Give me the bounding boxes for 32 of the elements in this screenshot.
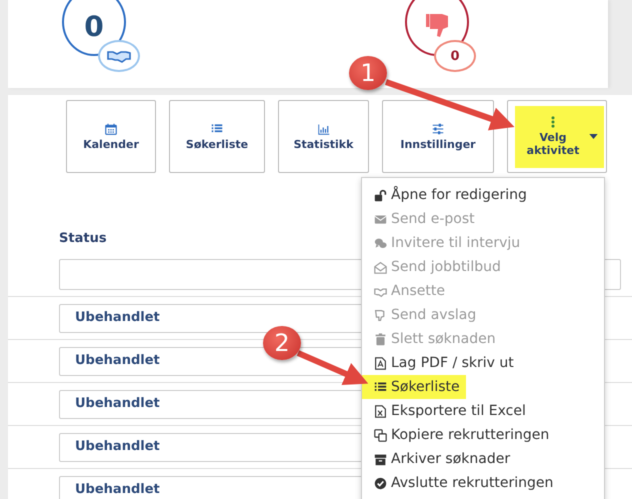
sliders-icon: [432, 122, 444, 134]
excel-file-icon: [374, 404, 387, 418]
handshake-icon: [107, 49, 131, 63]
copy-icon: [374, 428, 387, 442]
check-circle-icon: [374, 476, 387, 490]
list-icon: [210, 122, 223, 134]
toolbar-button[interactable]: Innstillinger: [382, 100, 494, 173]
bar-chart-icon: [318, 122, 330, 134]
thumbs-down-icon: [426, 12, 448, 38]
count-badge: 0: [434, 40, 476, 72]
column-header: Status: [59, 231, 107, 248]
pdf-file-icon: [374, 356, 387, 370]
toolbar-button[interactable]: Kalender: [66, 100, 156, 173]
calendar-icon: [105, 122, 117, 134]
list-icon: [374, 380, 387, 394]
toolbar-button[interactable]: Statistikk: [278, 100, 369, 173]
menu-item[interactable]: Avslutte rekrutteringen: [362, 471, 554, 495]
count-value: 0: [84, 10, 104, 42]
envelope-icon: [374, 260, 387, 274]
trash-icon: [374, 332, 387, 346]
thumbs-down-icon: [374, 308, 387, 322]
annotation-arrow: [296, 350, 368, 386]
archive-box-icon: [374, 452, 387, 466]
menu-item[interactable]: Søkerliste: [362, 375, 466, 399]
dropdown-button[interactable]: Velg aktivitet: [507, 100, 607, 173]
toolbar-button[interactable]: Søkerliste: [169, 100, 265, 173]
menu-item[interactable]: Åpne for redigering: [362, 183, 527, 207]
envelope-icon: [374, 212, 387, 226]
speech-bubbles-icon: [374, 236, 387, 250]
caret-icon: [589, 134, 598, 139]
menu-item[interactable]: Lag PDF / skriv ut: [362, 351, 514, 375]
unlock-icon: [374, 188, 387, 202]
